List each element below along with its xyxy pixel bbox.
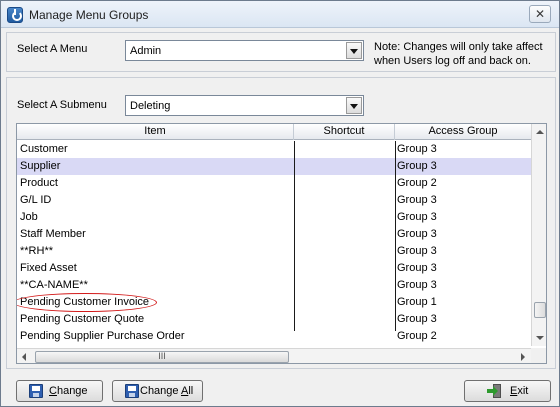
select-submenu-label: Select A Submenu — [17, 99, 107, 111]
select-menu-value: Admin — [130, 45, 162, 57]
cell-item[interactable]: Customer — [20, 141, 292, 158]
table-row[interactable]: Pending Supplier Purchase Order Group 2 — [17, 328, 531, 345]
table-row[interactable]: Pending Customer Invoice Group 1 — [17, 293, 531, 312]
cell-shortcut[interactable] — [295, 294, 395, 311]
cell-access-group[interactable]: Group 3 — [397, 311, 527, 328]
menu-items-table[interactable]: Item Shortcut Access Group Customer Group… — [16, 123, 547, 364]
horizontal-scrollbar[interactable]: III — [17, 348, 531, 363]
select-menu-dropdown[interactable]: Admin — [125, 40, 364, 61]
scroll-up-arrow-icon[interactable] — [532, 124, 546, 140]
cell-item[interactable]: Pending Customer Quote — [20, 311, 292, 328]
cell-shortcut[interactable] — [295, 192, 395, 209]
cell-shortcut[interactable] — [295, 328, 395, 345]
table-row[interactable]: Staff Member Group 3 — [17, 226, 531, 243]
column-header-shortcut[interactable]: Shortcut — [294, 124, 395, 140]
column-divider — [294, 141, 295, 331]
cell-item[interactable]: Product — [20, 175, 292, 192]
table-row[interactable]: Fixed Asset Group 3 — [17, 260, 531, 277]
scroll-down-arrow-icon[interactable] — [532, 330, 546, 346]
table-row[interactable]: Job Group 3 — [17, 209, 531, 226]
change-button[interactable]: Change — [16, 380, 103, 402]
table-row[interactable]: **CA-NAME** Group 3 — [17, 277, 531, 294]
select-menu-label: Select A Menu — [17, 43, 88, 55]
power-app-icon — [7, 7, 23, 23]
cell-access-group[interactable]: Group 3 — [397, 243, 527, 260]
highlight-ellipse-annotation — [17, 293, 157, 312]
vertical-scrollbar[interactable] — [531, 124, 546, 346]
select-submenu-dropdown[interactable]: Deleting — [125, 95, 364, 116]
scroll-right-arrow-icon[interactable] — [515, 349, 531, 363]
cell-access-group[interactable]: Group 1 — [397, 294, 527, 311]
cell-shortcut[interactable] — [295, 226, 395, 243]
cell-access-group[interactable]: Group 2 — [397, 328, 527, 345]
change-button-label: Change — [49, 385, 88, 397]
save-disk-icon — [29, 384, 43, 398]
cell-item[interactable]: Job — [20, 209, 292, 226]
column-divider — [395, 141, 396, 331]
cell-access-group[interactable]: Group 3 — [397, 141, 527, 158]
horizontal-scroll-thumb[interactable]: III — [35, 351, 289, 363]
cell-access-group[interactable]: Group 3 — [397, 260, 527, 277]
change-all-button[interactable]: Change All — [112, 380, 203, 402]
chevron-down-icon[interactable] — [346, 97, 362, 114]
table-row[interactable]: Supplier Group 3 — [17, 158, 531, 175]
vertical-scroll-thumb[interactable] — [534, 302, 546, 318]
cell-shortcut[interactable] — [295, 158, 395, 175]
column-header-access-group[interactable]: Access Group — [395, 124, 531, 140]
cell-item[interactable]: Staff Member — [20, 226, 292, 243]
cell-shortcut[interactable] — [295, 277, 395, 294]
select-submenu-value: Deleting — [130, 100, 171, 112]
exit-door-icon — [487, 384, 501, 398]
save-disk-icon — [125, 384, 139, 398]
table-row[interactable]: G/L ID Group 3 — [17, 192, 531, 209]
cell-item[interactable]: **RH** — [20, 243, 292, 260]
cell-item[interactable]: G/L ID — [20, 192, 292, 209]
scrollbar-corner — [531, 348, 546, 363]
table-row[interactable]: **RH** Group 3 — [17, 243, 531, 260]
submenu-group-box: Select A Submenu Deleting Item Shortcut … — [6, 77, 556, 369]
cell-item[interactable]: Supplier — [20, 158, 292, 175]
table-row[interactable]: Pending Customer Quote Group 3 — [17, 311, 531, 328]
change-all-button-label: Change All — [140, 385, 194, 397]
exit-button[interactable]: Exit — [464, 380, 551, 402]
cell-item[interactable]: Fixed Asset — [20, 260, 292, 277]
title-bar[interactable]: Manage Menu Groups ✕ — [1, 1, 559, 28]
cell-access-group[interactable]: Group 2 — [397, 175, 527, 192]
cell-shortcut[interactable] — [295, 260, 395, 277]
table-body: Customer Group 3 Supplier Group 3 Product Gro… — [17, 141, 531, 345]
table-header: Item Shortcut Access Group — [17, 124, 531, 140]
manage-menu-groups-window: Manage Menu Groups ✕ Select A Menu Admin… — [0, 0, 560, 407]
cell-access-group[interactable]: Group 3 — [397, 226, 527, 243]
cell-item[interactable]: Pending Supplier Purchase Order — [20, 328, 292, 345]
cell-shortcut[interactable] — [295, 141, 395, 158]
column-header-item[interactable]: Item — [17, 124, 294, 140]
cell-access-group[interactable]: Group 3 — [397, 158, 527, 175]
cell-item[interactable]: **CA-NAME** — [20, 277, 292, 294]
note-text: Note: Changes will only take affect when… — [374, 41, 543, 67]
cell-access-group[interactable]: Group 3 — [397, 277, 527, 294]
close-button[interactable]: ✕ — [529, 5, 551, 23]
cell-access-group[interactable]: Group 3 — [397, 192, 527, 209]
table-row[interactable]: Product Group 2 — [17, 175, 531, 192]
cell-shortcut[interactable] — [295, 311, 395, 328]
exit-button-label: Exit — [510, 385, 529, 397]
scroll-left-arrow-icon[interactable] — [17, 349, 33, 363]
cell-shortcut[interactable] — [295, 209, 395, 226]
cell-shortcut[interactable] — [295, 243, 395, 260]
window-title: Manage Menu Groups — [29, 8, 149, 22]
chevron-down-icon[interactable] — [346, 42, 362, 59]
cell-shortcut[interactable] — [295, 175, 395, 192]
menu-group-box: Select A Menu Admin Note: Changes will o… — [6, 32, 556, 72]
cell-access-group[interactable]: Group 3 — [397, 209, 527, 226]
table-row[interactable]: Customer Group 3 — [17, 141, 531, 158]
